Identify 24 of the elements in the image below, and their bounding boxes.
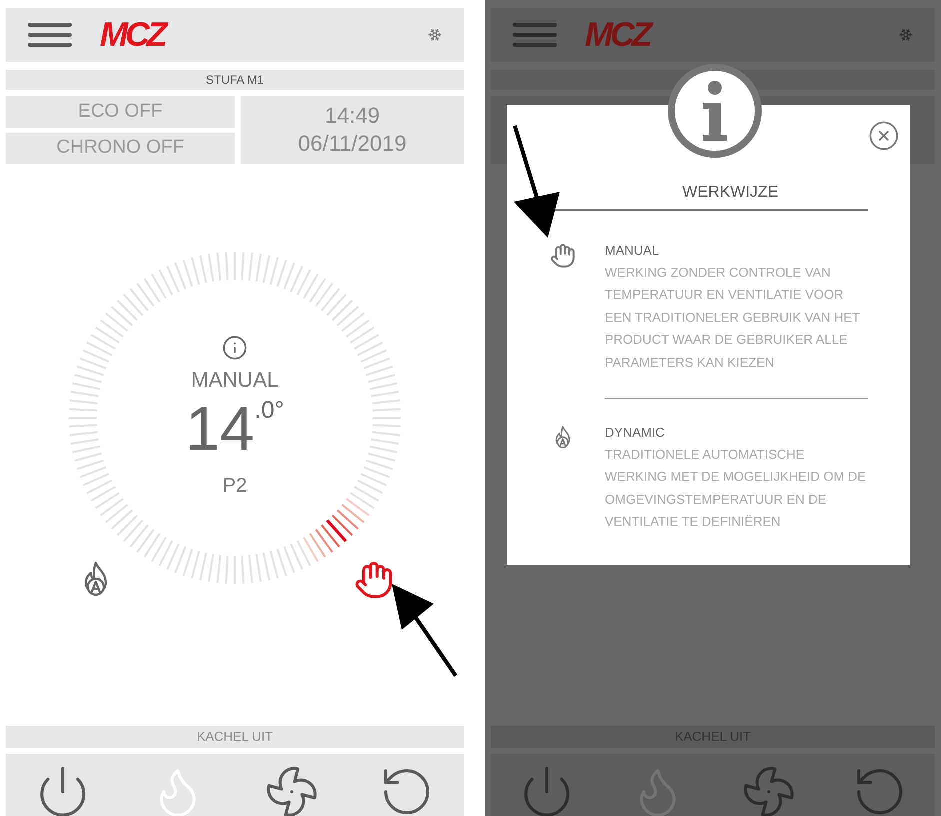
temperature-decimal: .0° xyxy=(254,398,284,423)
brand-logo: MCZ xyxy=(585,18,650,52)
eco-status[interactable]: ECO OFF xyxy=(6,96,235,128)
stove-name: STUFA M1 xyxy=(206,72,264,89)
status-text: KACHEL UIT xyxy=(196,728,274,746)
mode-description: WERKING ZONDER CONTROLE VAN TEMPERATUUR EN VENTILATIE VOOR EEN TRADITIONELER GEBRUIK VAN HET PRODUCT WAAR DE GEBRUIKER ALLE PARAMETERS KAN KIEZEN xyxy=(605,264,861,372)
snowflake-icon[interactable] xyxy=(899,28,913,42)
chrono-status[interactable]: CHRONO OFF xyxy=(6,132,235,164)
power-level: P2 xyxy=(222,474,248,499)
mode-name: MANUAL xyxy=(605,242,660,260)
mode-description: TRADITIONELE AUTOMATISCHE WERKING MET DE MOGELIJKHEID OM DE OMGEVINGSTEMPERATUUR EN DE VENTILATIE TE DEFINIËREN xyxy=(605,446,868,531)
hand-icon xyxy=(550,243,576,269)
temperature-value: 14 xyxy=(186,398,255,461)
dialog-title: WERKWIJZE xyxy=(682,183,778,203)
brand-logo: MCZ xyxy=(100,18,165,52)
mode-label: MANUAL xyxy=(191,368,279,394)
date-text: 06/11/2019 xyxy=(298,130,407,158)
info-icon[interactable] xyxy=(222,335,248,362)
snowflake-icon[interactable] xyxy=(428,28,442,42)
close-icon[interactable] xyxy=(868,120,900,152)
time-text: 14:49 xyxy=(324,102,380,130)
menu-icon[interactable] xyxy=(28,22,72,48)
mode-name: DYNAMIC xyxy=(605,424,666,442)
hand-icon[interactable] xyxy=(354,560,394,600)
